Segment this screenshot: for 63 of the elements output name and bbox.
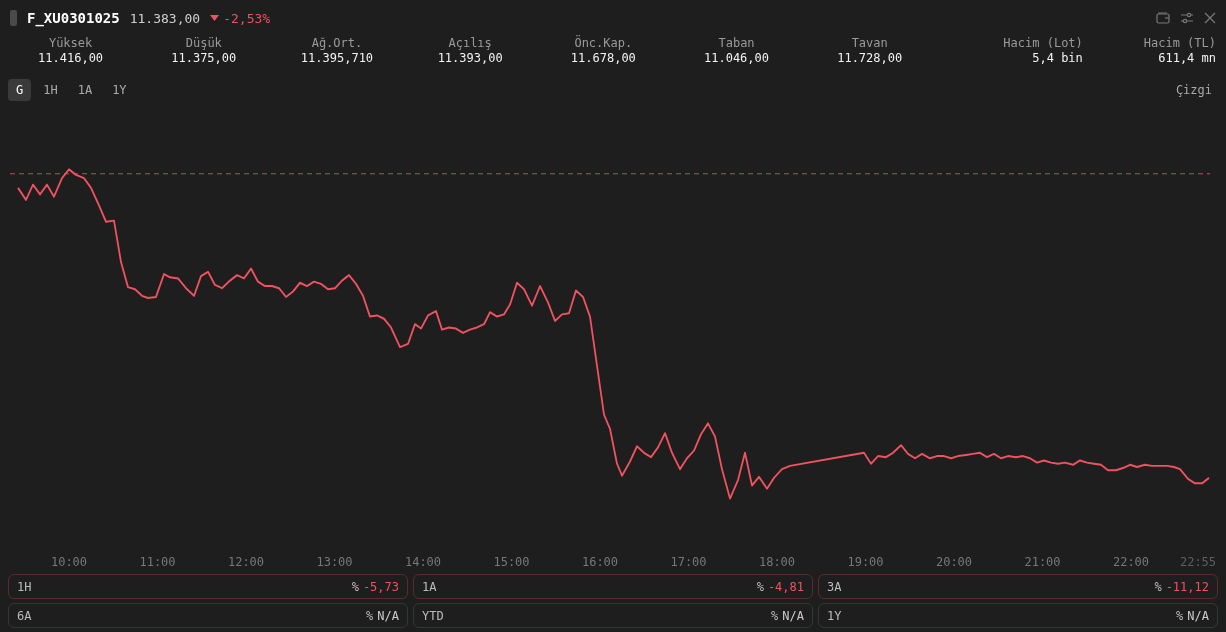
stat-label: Taban	[718, 36, 755, 51]
symbol-title: F_XU0301025	[27, 10, 120, 26]
stat-value: 11.395,710	[300, 51, 374, 66]
period-label: 1A	[422, 579, 437, 594]
time-axis-label: 20:00	[935, 555, 973, 569]
close-icon[interactable]	[1204, 12, 1216, 24]
range-tab[interactable]: 1H	[35, 79, 66, 101]
percent-sign: %	[1176, 608, 1184, 623]
time-axis-label: 16:00	[581, 555, 619, 569]
time-axis-label: 19:00	[847, 555, 884, 569]
stat-label: Ağ.Ort.	[311, 36, 363, 51]
stat-label: Önc.Kap.	[574, 36, 633, 51]
range-tab[interactable]: 1Y	[104, 79, 135, 101]
percent-sign: %	[756, 579, 764, 594]
time-axis-label: 12:00	[227, 555, 265, 569]
stat-value: 5,4 bin	[1032, 51, 1083, 66]
stat-value: 11.728,00	[837, 51, 903, 66]
time-axis-label: 15:00	[493, 555, 530, 569]
time-axis-label: 21:00	[1024, 555, 1061, 569]
stat-label: Yüksek	[48, 36, 93, 51]
sliders-icon[interactable]	[1180, 12, 1194, 24]
last-price: 11.383,00	[129, 10, 201, 26]
period-label: 1Y	[827, 608, 842, 623]
price-change: -2,53%	[210, 10, 271, 26]
wallet-icon[interactable]	[1156, 12, 1170, 24]
stat-value: 11.375,00	[171, 51, 237, 66]
stat-label: Hacim (TL)	[1143, 36, 1216, 51]
stat-value: 611,4 mn	[1158, 51, 1216, 66]
stat-value: 11.046,00	[704, 51, 770, 66]
time-axis-label: 22:00	[1112, 555, 1150, 569]
percent-sign: %	[351, 579, 359, 594]
period-return-value: N/A	[377, 608, 399, 623]
time-axis-label: 10:00	[50, 555, 88, 569]
percent-sign: %	[771, 608, 779, 623]
period-label: 3A	[827, 579, 842, 594]
period-label: YTD	[422, 608, 444, 623]
stat-value: 11.416,00	[38, 51, 104, 66]
time-axis-label: 18:00	[758, 555, 796, 569]
range-tab[interactable]: 1A	[69, 79, 101, 101]
time-axis-label: 11:00	[139, 555, 176, 569]
stat-value: 11.678,00	[570, 51, 636, 66]
time-axis-label: 22:55	[1179, 555, 1217, 569]
percent-sign: %	[366, 608, 374, 623]
stat-label: Açılış	[448, 36, 492, 51]
percent-sign: %	[1154, 579, 1162, 594]
range-tab[interactable]: G	[8, 79, 32, 101]
stat-value: 11.393,00	[437, 51, 503, 66]
time-axis-label: 14:00	[404, 555, 442, 569]
down-triangle-icon	[210, 15, 220, 21]
period-return-value: -5,73	[362, 579, 399, 594]
stat-label: Hacim (Lot)	[1003, 36, 1083, 51]
time-axis-label: 17:00	[670, 555, 707, 569]
period-return-value: N/A	[1187, 608, 1209, 623]
period-return-value: N/A	[782, 608, 804, 623]
stat-label: Tavan	[851, 36, 888, 51]
stat-label: Düşük	[185, 36, 222, 51]
drag-handle-icon[interactable]	[10, 10, 17, 26]
chart-type-button[interactable]: Çizgi	[1169, 82, 1218, 98]
period-label: 6A	[17, 608, 32, 623]
period-return-value: -4,81	[767, 579, 804, 594]
period-label: 1H	[17, 579, 32, 594]
period-return-value: -11,12	[1165, 579, 1209, 594]
time-axis-label: 13:00	[316, 555, 353, 569]
